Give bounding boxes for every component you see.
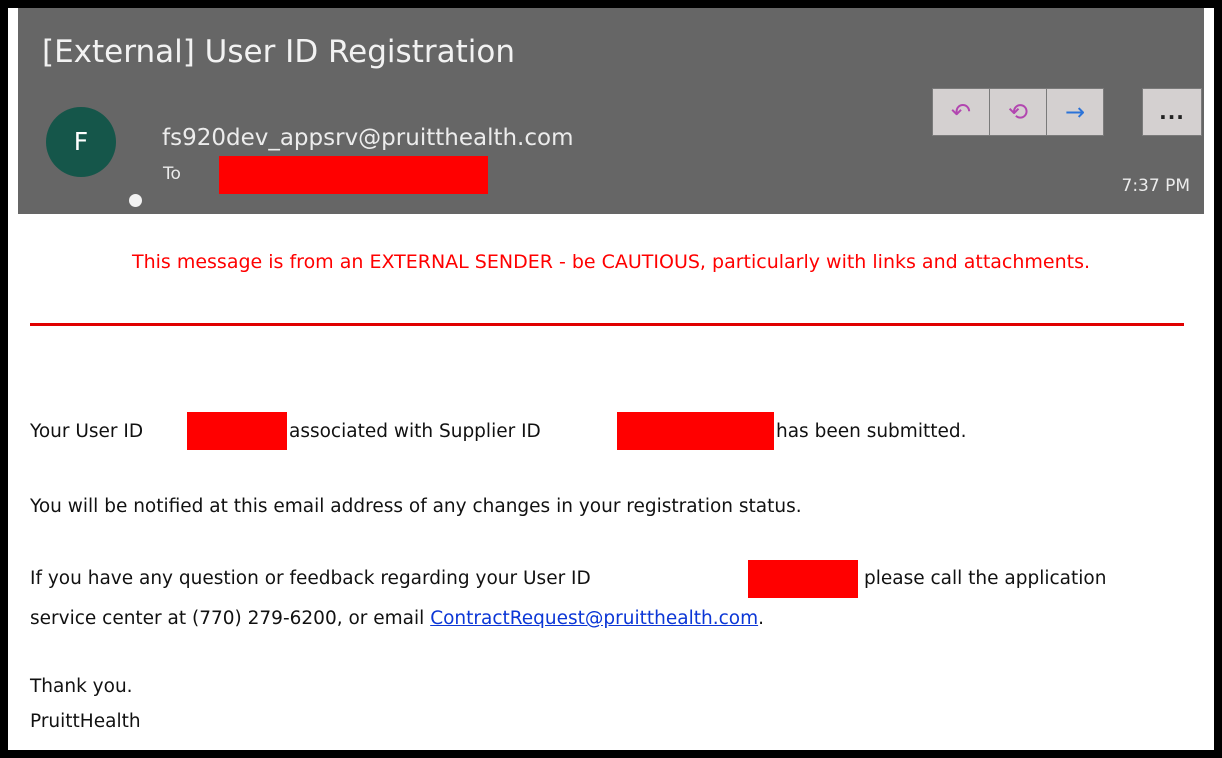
body-text: associated with Supplier ID [289,421,541,442]
reply-all-button[interactable]: ⟲ [990,89,1047,135]
warning-divider [30,323,1184,326]
reply-all-icon: ⟲ [1007,98,1029,126]
closing-text: Thank you. [30,676,133,697]
body-text: please call the application [864,568,1107,589]
body-paragraph-notification: You will be notified at this email addre… [30,496,802,517]
sender-avatar[interactable]: F [46,107,116,177]
email-subject: [External] User ID Registration [42,34,515,70]
redacted-supplier-id [617,412,774,450]
email-header: [External] User ID Registration F fs920d… [18,8,1204,214]
body-paragraph-question: If you have any question or feedback reg… [30,568,591,589]
forward-button[interactable]: → [1047,89,1103,135]
to-label: To [163,164,181,184]
body-text: . [758,608,764,629]
body-text: Your User ID [30,421,144,442]
redacted-recipient [219,156,488,194]
redacted-user-id [187,412,287,450]
message-actions: ↶ ⟲ → [932,88,1104,136]
received-time: 7:37 PM [1121,176,1191,196]
forward-icon: → [1064,98,1086,126]
contract-request-email-link[interactable]: ContractRequest@pruitthealth.com [430,608,758,629]
email-window: [External] User ID Registration F fs920d… [8,8,1214,750]
sender-address[interactable]: fs920dev_appsrv@pruitthealth.com [162,125,573,151]
reply-icon: ↶ [950,98,972,126]
body-text: service center at (770) 279-6200, or ema… [30,608,431,629]
more-actions-button[interactable]: ... [1142,88,1202,136]
reply-button[interactable]: ↶ [933,89,990,135]
body-paragraph-supplier: associated with Supplier ID [289,421,541,442]
presence-status-icon [126,191,145,210]
external-sender-warning: This message is from an EXTERNAL SENDER … [131,251,1091,273]
body-paragraph-user-id: Your User ID [30,421,143,442]
body-text: has been submitted. [776,421,967,442]
body-text: If you have any question or feedback reg… [30,568,591,589]
signature-text: PruittHealth [30,711,141,732]
body-paragraph-contact: service center at (770) 279-6200, or ema… [30,608,764,629]
body-paragraph-submitted: has been submitted. [776,421,966,442]
body-paragraph-call: please call the application [864,568,1106,589]
redacted-user-id-2 [748,560,858,598]
